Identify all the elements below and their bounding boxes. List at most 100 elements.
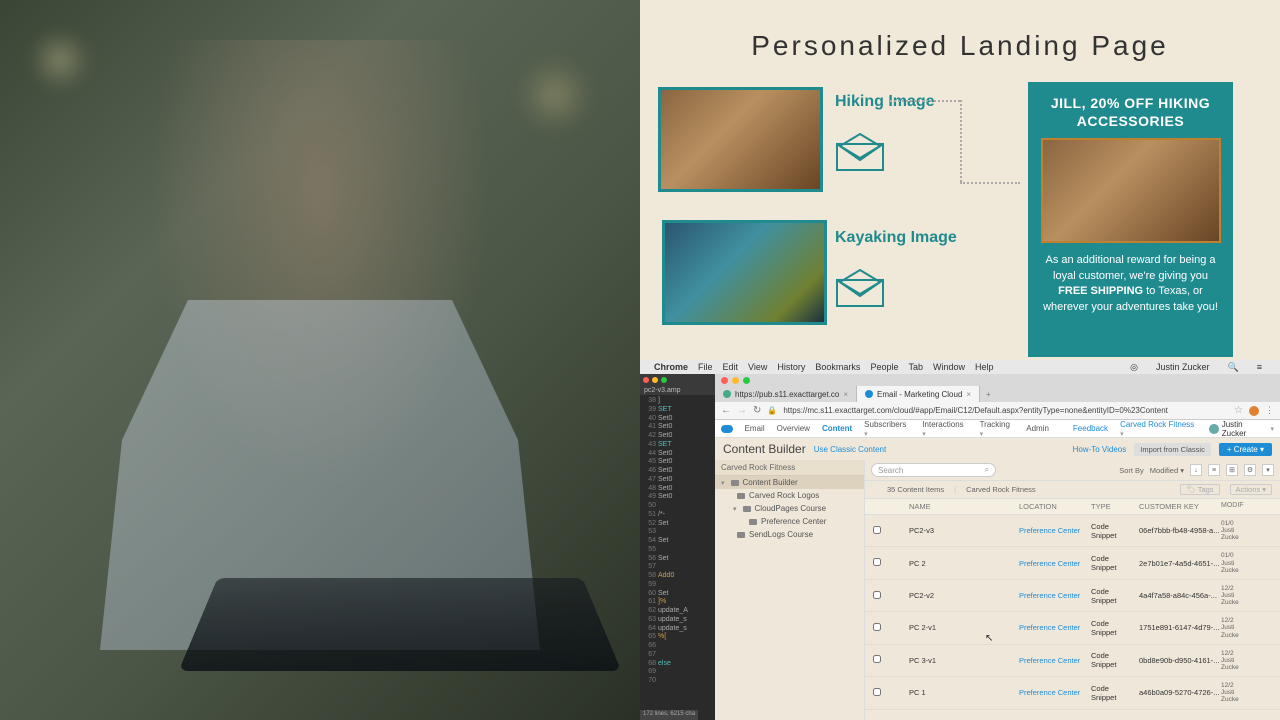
row-checkbox[interactable] [873,591,881,599]
nav-item[interactable]: Content [822,424,852,433]
menubar-item[interactable]: People [870,362,898,372]
nav-item[interactable]: Interactions [922,420,967,438]
menubar-item[interactable]: Bookmarks [815,362,860,372]
folder-icon [737,532,745,538]
browser-tab[interactable]: Email - Marketing Cloud× [857,386,980,402]
zoom-icon[interactable] [661,377,667,383]
tags-button[interactable]: 🏷 Tags [1180,484,1219,495]
zoom-icon[interactable] [743,377,750,384]
close-icon[interactable]: × [966,390,971,399]
user-menu[interactable]: Justin Zucker ▾ [1209,420,1274,438]
table-row[interactable]: PC2-v3 Preference Center CodeSnippet 06e… [865,515,1280,547]
row-type: CodeSnippet [1091,684,1139,702]
tree-item[interactable]: Preference Center [715,515,864,528]
dotted-connector [960,182,1020,184]
settings-button[interactable]: ⚙ [1244,464,1256,476]
nav-item[interactable]: Overview [777,424,810,433]
menubar-item[interactable]: Help [975,362,994,372]
row-location[interactable]: Preference Center [1019,559,1091,568]
row-key: 4a4f7a58-a84c-456a-... [1139,591,1221,600]
editor-titlebar [640,374,715,386]
row-location[interactable]: Preference Center [1019,688,1091,697]
row-location[interactable]: Preference Center [1019,591,1091,600]
row-location[interactable]: Preference Center [1019,656,1091,665]
sort-dropdown[interactable]: Modified ▾ [1150,466,1184,475]
menubar-item[interactable]: File [698,362,713,372]
close-icon[interactable] [643,377,649,383]
tree-item[interactable]: Carved Rock Logos [715,489,864,502]
nav-item[interactable]: Tracking [980,420,1015,438]
favicon-icon [865,390,873,398]
row-name: PC 3-v1 [909,656,1019,665]
tree-item[interactable]: CloudPages Course [715,502,864,515]
minimize-icon[interactable] [652,377,658,383]
table-row[interactable]: PC2-v2 Preference Center CodeSnippet 4a4… [865,580,1280,612]
menubar-item[interactable]: Tab [908,362,923,372]
menubar-menu-icon[interactable]: ≡ [1257,362,1262,372]
row-checkbox[interactable] [873,655,881,663]
row-checkbox[interactable] [873,688,881,696]
profile-avatar[interactable] [1249,406,1259,416]
actions-button[interactable]: Actions ▾ [1230,484,1272,495]
table-row[interactable]: PC 3-v1 Preference Center CodeSnippet 0b… [865,645,1280,677]
minimize-icon[interactable] [732,377,739,384]
bookmark-icon[interactable]: ☆ [1234,405,1243,416]
reload-button[interactable]: ↻ [753,405,761,416]
new-tab-button[interactable]: + [980,390,997,399]
nav-item[interactable]: Admin [1026,424,1049,433]
feedback-link[interactable]: Feedback [1073,424,1108,433]
row-name: PC2-v2 [909,591,1019,600]
view-grid-button[interactable]: ⊞ [1226,464,1238,476]
filter-button[interactable]: ▾ [1262,464,1274,476]
row-key: 0bd8e90b-d950-4161-... [1139,656,1221,665]
row-checkbox[interactable] [873,526,881,534]
breadcrumb[interactable]: Carved Rock Fitness [966,485,1036,494]
table-row[interactable]: PC 1 Preference Center CodeSnippet a46b0… [865,677,1280,709]
table-row[interactable]: PC 2 Preference Center CodeSnippet 2e7b0… [865,547,1280,579]
tree-item[interactable]: Content Builder [715,476,864,489]
row-type: CodeSnippet [1091,651,1139,669]
tree-item[interactable]: SendLogs Course [715,528,864,541]
content-list: Search⌕ Sort By Modified ▾ ↓ ≡ ⊞ ⚙ ▾ 35 … [865,460,1280,720]
row-checkbox[interactable] [873,623,881,631]
menubar-user[interactable]: Justin Zucker [1156,362,1210,372]
row-name: PC 2-v1 [909,623,1019,632]
editor-tab[interactable]: pc2-v3.amp [640,386,715,395]
row-location[interactable]: Preference Center [1019,623,1091,632]
search-icon[interactable]: 🔍 [1228,362,1239,373]
nav-item[interactable]: Subscribers [864,420,910,438]
import-button[interactable]: Import from Classic [1134,443,1211,456]
browser-tab[interactable]: https://pub.s11.exacttarget.co× [715,386,857,402]
kayak-label: Kayaking Image [835,228,957,247]
create-button[interactable]: + Create ▾ [1219,443,1272,456]
org-switcher[interactable]: Carved Rock Fitness [1120,420,1197,438]
menubar-item[interactable]: Window [933,362,965,372]
url-field[interactable]: https://mc.s11.exacttarget.com/cloud/#ap… [783,406,1228,415]
table-row[interactable]: PC 2-v1 Preference Center CodeSnippet 17… [865,612,1280,644]
close-icon[interactable]: × [843,390,848,399]
view-list-button[interactable]: ≡ [1208,464,1220,476]
howto-link[interactable]: How-To Videos [1073,445,1127,454]
tree-header[interactable]: Carved Rock Fitness [715,460,864,476]
menubar-item[interactable]: Edit [723,362,739,372]
menu-icon[interactable]: ⋮ [1265,405,1274,416]
code-body[interactable]: 38]39SET40Set041Set042Set043SET44Set045S… [640,395,715,688]
sort-dir-button[interactable]: ↓ [1190,464,1202,476]
forward-button[interactable]: → [737,405,747,416]
envelope-icon [835,268,885,308]
envelope-icon [835,132,885,172]
row-checkbox[interactable] [873,558,881,566]
row-key: a46b0a09-5270-4726-... [1139,688,1221,697]
mac-menubar[interactable]: Chrome File Edit View History Bookmarks … [640,360,1280,374]
classic-link[interactable]: Use Classic Content [814,445,886,454]
search-icon: ⌕ [985,465,989,475]
row-location[interactable]: Preference Center [1019,526,1091,535]
close-icon[interactable] [721,377,728,384]
menubar-item[interactable]: History [777,362,805,372]
menubar-app[interactable]: Chrome [654,362,688,372]
menubar-item[interactable]: View [748,362,767,372]
menubar-control-icon[interactable]: ◎ [1130,362,1138,373]
nav-product[interactable]: Email [745,424,765,433]
back-button[interactable]: ← [721,405,731,416]
search-input[interactable]: Search⌕ [871,463,996,477]
